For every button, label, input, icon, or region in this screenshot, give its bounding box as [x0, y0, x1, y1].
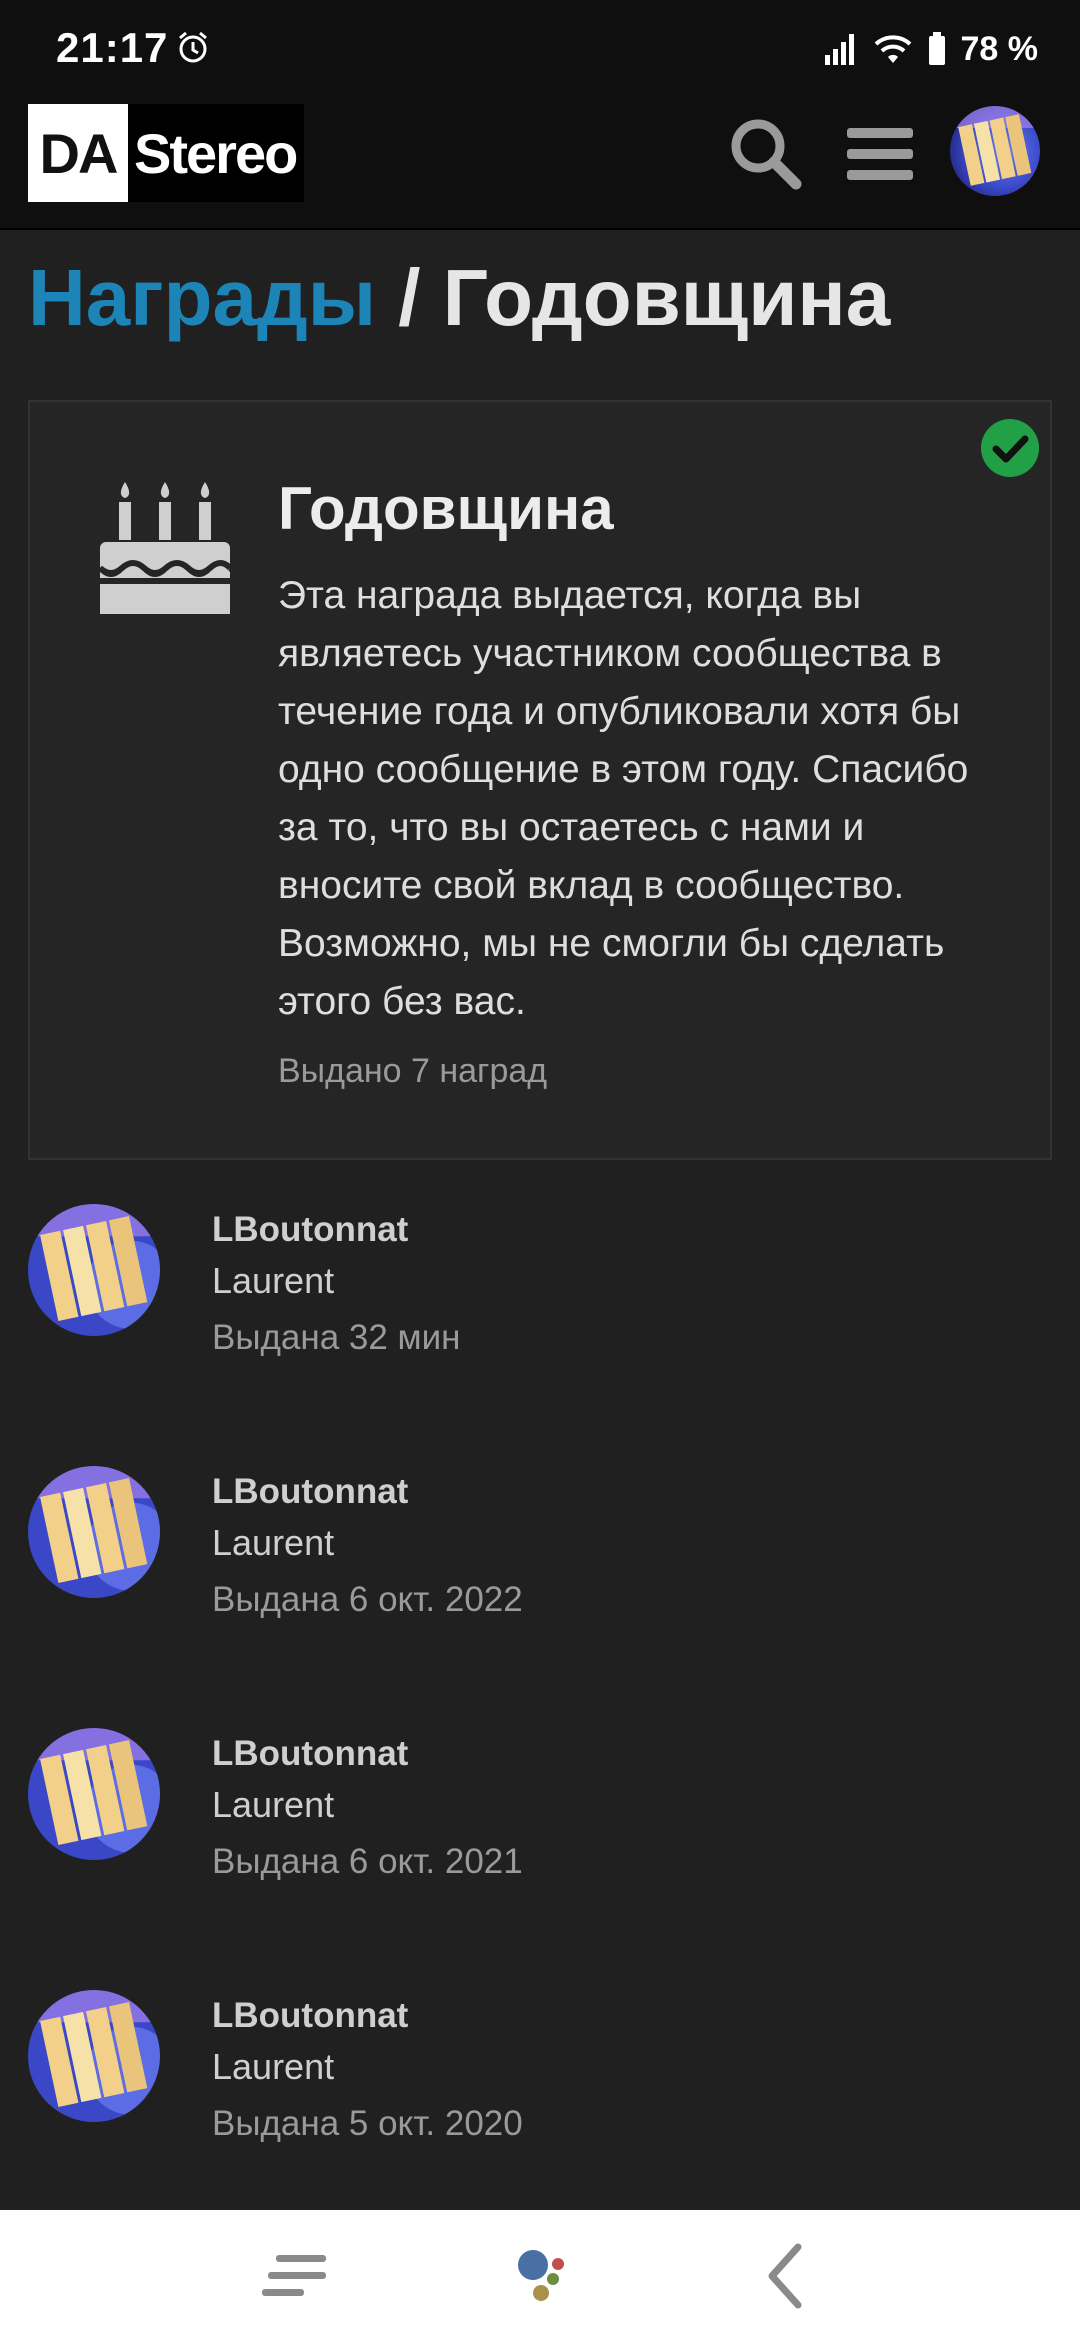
back-icon	[768, 2243, 802, 2309]
back-button[interactable]	[740, 2236, 830, 2316]
breadcrumb-current: Годовщина	[442, 253, 891, 342]
avatar[interactable]	[28, 1990, 160, 2122]
menu-icon	[847, 128, 913, 180]
recipient-username[interactable]: LBoutonnat	[212, 1734, 408, 1774]
recipient-name: Laurent	[212, 1260, 335, 1301]
status-bar: 21:17 78 %	[0, 0, 1080, 100]
recipient-date: Выдана 32 мин	[212, 1318, 461, 1357]
system-nav-bar	[0, 2210, 1080, 2340]
avatar-image	[950, 106, 1040, 196]
logo-stereo: Stereo	[128, 104, 305, 202]
battery-icon	[928, 32, 945, 65]
avatar-image	[28, 1466, 160, 1598]
list-item: LBoutonnat Laurent Выдана 6 окт. 2021	[0, 1724, 1080, 1904]
recipient-name: Laurent	[212, 2046, 335, 2087]
recipient-username[interactable]: LBoutonnat	[212, 1472, 408, 1512]
search-button[interactable]	[722, 110, 810, 198]
avatar[interactable]	[28, 1204, 160, 1336]
site-header: DA Stereo	[0, 100, 1080, 230]
trophy-description: Эта награда выдается, когда вы являетесь…	[278, 574, 969, 1023]
list-item: LBoutonnat Laurent Выдана 5 окт. 2020	[0, 1986, 1080, 2166]
avatar-image	[28, 1204, 160, 1336]
breadcrumb-trophies[interactable]: Награды	[28, 253, 376, 342]
menu-button[interactable]	[836, 110, 924, 198]
recipient-date: Выдана 5 окт. 2020	[212, 2104, 523, 2143]
logo-da: DA	[28, 104, 128, 202]
assistant-icon	[518, 2250, 564, 2301]
status-time: 21:17	[56, 24, 169, 71]
trophy-awarded-count: Выдано 7 наград	[278, 1052, 548, 1090]
recipient-name: Laurent	[212, 1784, 335, 1825]
trophy-title: Годовщина	[278, 475, 614, 542]
page-title: Награды / Годовщина	[28, 252, 890, 344]
recipient-name: Laurent	[212, 1522, 335, 1563]
recent-apps-button[interactable]	[250, 2236, 340, 2316]
list-item: LBoutonnat Laurent Выдана 6 окт. 2022	[0, 1462, 1080, 1642]
recipient-date: Выдана 6 окт. 2021	[212, 1842, 523, 1881]
site-logo[interactable]: DA Stereo	[28, 104, 305, 202]
wifi-icon	[874, 35, 911, 63]
battery-percent: 78 %	[960, 29, 1039, 68]
list-item: LBoutonnat Laurent Выдана 32 мин	[0, 1200, 1080, 1380]
trophy-card: Годовщина Эта награда выдается, когда вы…	[28, 400, 1052, 1160]
recent-apps-icon	[262, 2255, 326, 2296]
recipient-username[interactable]: LBoutonnat	[212, 1996, 408, 2036]
recipient-username[interactable]: LBoutonnat	[212, 1210, 408, 1250]
search-icon	[731, 119, 802, 190]
avatar[interactable]	[28, 1466, 160, 1598]
check-circle-icon	[981, 419, 1039, 477]
avatar[interactable]	[28, 1728, 160, 1860]
recipient-date: Выдана 6 окт. 2022	[212, 1580, 523, 1619]
alarm-icon	[179, 31, 207, 63]
breadcrumb-separator: /	[376, 253, 443, 342]
avatar-image	[28, 1728, 160, 1860]
assistant-button[interactable]	[495, 2236, 585, 2316]
avatar-image	[28, 1990, 160, 2122]
signal-icon	[824, 34, 854, 65]
user-avatar[interactable]	[950, 106, 1040, 196]
cake-icon	[100, 482, 230, 614]
